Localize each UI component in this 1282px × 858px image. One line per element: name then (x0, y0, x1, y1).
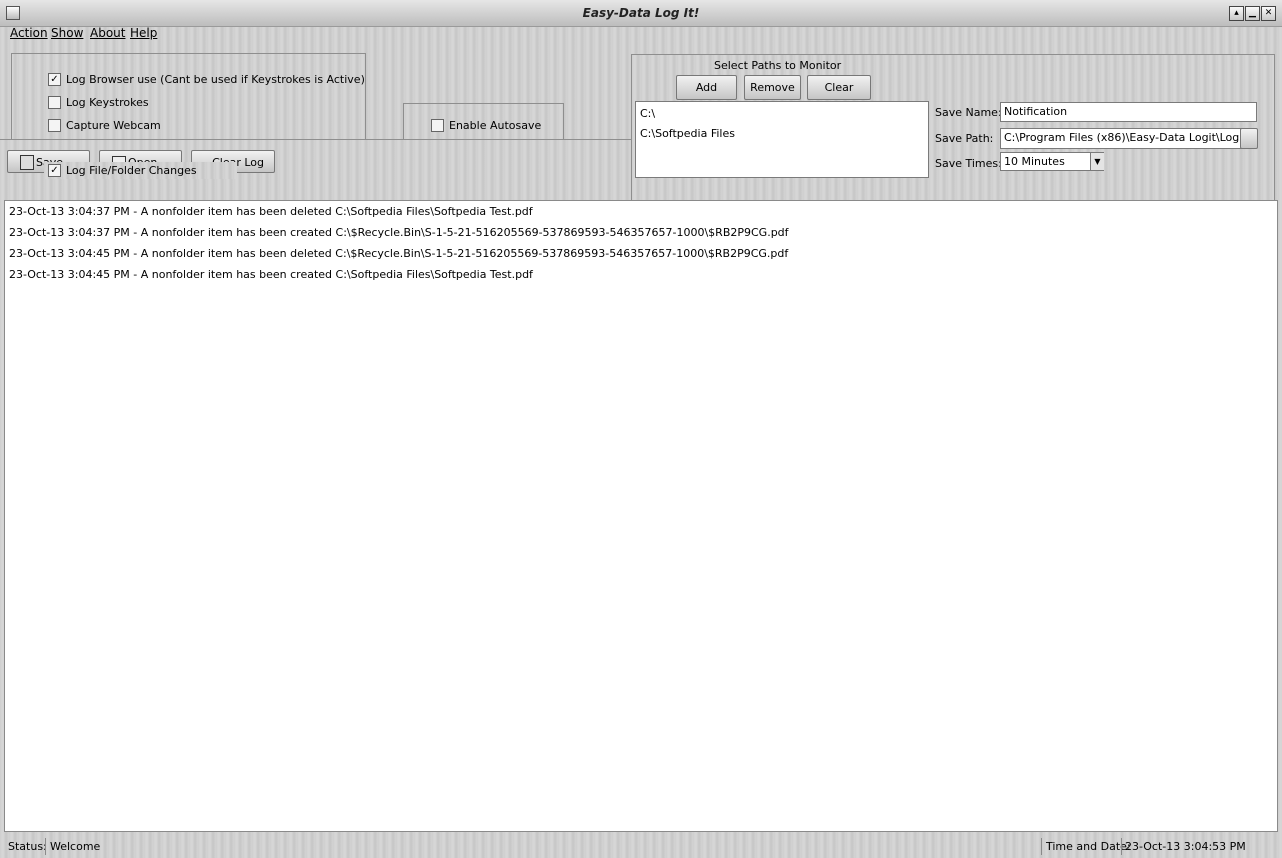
log-keystrokes-checkbox[interactable]: Log Keystrokes (48, 96, 149, 109)
restore-button[interactable]: ▴ (1229, 6, 1244, 21)
list-item[interactable]: C:\ (640, 107, 655, 120)
log-file-changes-checkbox[interactable]: ✓ Log File/Folder Changes (44, 162, 237, 179)
time-date-value: 23-Oct-13 3:04:53 PM (1125, 840, 1246, 853)
add-path-button[interactable]: Add (676, 75, 737, 100)
save-path-field[interactable]: C:\Program Files (x86)\Easy-Data Logit\L… (1000, 128, 1243, 149)
chevron-down-icon[interactable]: ▼ (1090, 153, 1104, 170)
paths-title: Select Paths to Monitor (714, 59, 842, 72)
menu-show[interactable]: Show (51, 26, 83, 40)
status-label: Status: (8, 840, 47, 853)
save-path-label: Save Path: (935, 132, 994, 145)
capture-webcam-checkbox[interactable]: Capture Webcam (48, 119, 161, 132)
checkmark-icon: ✓ (48, 73, 61, 86)
time-date-label: Time and Date: (1046, 840, 1131, 853)
log-browser-checkbox[interactable]: ✓ Log Browser use (Cant be used if Keyst… (48, 73, 365, 86)
menu-about[interactable]: About (90, 26, 125, 40)
log-entry: 23-Oct-13 3:04:45 PM - A nonfolder item … (9, 268, 533, 281)
log-view[interactable]: 23-Oct-13 3:04:37 PM - A nonfolder item … (4, 200, 1278, 832)
paths-panel: Select Paths to Monitor Add Remove Clear… (631, 54, 1275, 201)
log-entry: 23-Oct-13 3:04:37 PM - A nonfolder item … (9, 205, 533, 218)
divider (0, 139, 631, 140)
save-times-label: Save Times: (935, 157, 1002, 170)
remove-path-button[interactable]: Remove (744, 75, 801, 100)
enable-autosave-checkbox[interactable]: Enable Autosave (431, 119, 541, 132)
minimize-button[interactable]: ▁ (1245, 6, 1260, 21)
options-panel: ✓ Log Browser use (Cant be used if Keyst… (0, 46, 631, 200)
paths-list[interactable]: C:\ C:\Softpedia Files (635, 101, 929, 178)
browse-path-button[interactable] (1240, 128, 1258, 149)
save-times-select[interactable]: 10 Minutes (1000, 152, 1104, 171)
clear-paths-button[interactable]: Clear (807, 75, 871, 100)
save-name-label: Save Name: (935, 106, 1002, 119)
close-button[interactable]: ✕ (1261, 6, 1276, 21)
title-bar: Easy-Data Log It! ▴ ▁ ✕ (0, 0, 1282, 27)
status-value: Welcome (50, 840, 101, 853)
menu-help[interactable]: Help (130, 26, 157, 40)
menu-bar: Action Show About Help (0, 26, 1282, 46)
status-bar: Status: Welcome Time and Date: 23-Oct-13… (0, 835, 1282, 858)
window-title: Easy-Data Log It! (582, 6, 700, 20)
log-entry: 23-Oct-13 3:04:45 PM - A nonfolder item … (9, 247, 789, 260)
menu-action[interactable]: Action (10, 26, 48, 40)
checkmark-icon: ✓ (48, 164, 61, 177)
save-name-field[interactable]: Notification (1000, 102, 1257, 122)
log-entry: 23-Oct-13 3:04:37 PM - A nonfolder item … (9, 226, 789, 239)
floppy-icon (20, 155, 34, 170)
list-item[interactable]: C:\Softpedia Files (640, 127, 735, 140)
